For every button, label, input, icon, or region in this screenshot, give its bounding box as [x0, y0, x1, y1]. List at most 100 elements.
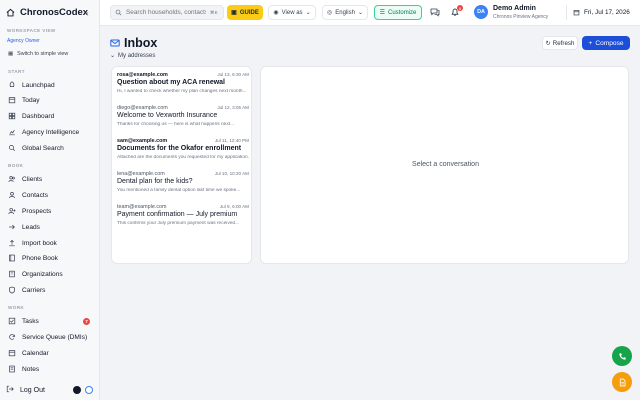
phone-icon [618, 352, 626, 360]
chevron-down-icon: ⌄ [110, 53, 116, 59]
chevron-down-icon: ⌄ [357, 10, 363, 16]
message-time: Jul 13, 6:30 AM [217, 72, 249, 77]
nav-label: Calendar [22, 349, 49, 357]
message-item[interactable]: sam@example.com Jul 11, 12:40 PM Documen… [117, 138, 249, 170]
chevron-down-icon: ⌄ [305, 10, 311, 16]
nav-label: Agency Intelligence [22, 128, 80, 136]
message-time: Jul 11, 12:40 PM [214, 138, 249, 143]
refresh-button[interactable]: ↻ Refresh [542, 36, 578, 50]
users-icon [8, 175, 16, 183]
checkbox-icon [8, 317, 16, 325]
switch-view-label: Switch to simple view [17, 51, 69, 57]
nav-label: Dashboard [22, 112, 55, 120]
customize-label: Customize [388, 9, 417, 16]
my-addresses-toggle[interactable]: ⌄ My addresses [110, 52, 155, 60]
book-icon: ▣ [231, 10, 237, 16]
message-item[interactable]: rosa@example.com Jul 13, 6:30 AM Questio… [117, 72, 249, 104]
nav-carriers[interactable]: Carriers [8, 284, 94, 296]
search-box[interactable]: ⌘K [110, 5, 224, 20]
guide-button[interactable]: ▣ GUIDE [227, 5, 263, 20]
nav-label: Import book [22, 239, 57, 247]
section-start: START [8, 69, 25, 74]
view-as-dropdown[interactable]: ◉ View as ⌄ [268, 5, 316, 20]
nav-notes[interactable]: Notes [8, 363, 94, 375]
logout-button[interactable]: Log Out [6, 385, 45, 395]
refresh-icon [8, 333, 16, 341]
date-display: Fri, Jul 17, 2026 [566, 5, 634, 20]
nav-label: Phone Book [22, 254, 58, 262]
message-preview: You mentioned a family dental option las… [117, 188, 241, 193]
guide-label: GUIDE [239, 9, 259, 16]
grid-icon: ▦ [8, 51, 14, 57]
phone-fab-button[interactable] [612, 346, 632, 366]
contact-icon [8, 191, 16, 199]
message-time: Jul 12, 3:05 AM [217, 105, 249, 110]
plus-icon: + [588, 39, 593, 47]
nav-label: Notes [22, 365, 40, 373]
search-input[interactable] [126, 9, 206, 16]
nav-contacts[interactable]: Contacts [8, 189, 94, 201]
nav-label: Tasks [22, 317, 39, 325]
chat-icon[interactable] [430, 7, 440, 17]
page-title: Inbox [110, 36, 157, 50]
calendar-icon [8, 96, 16, 104]
nav-agency-intelligence[interactable]: Agency Intelligence [8, 126, 94, 138]
nav-launchpad[interactable]: Launchpad [8, 79, 94, 91]
nav-import-book[interactable]: Import book [8, 237, 94, 249]
message-item[interactable]: lena@example.com Jul 10, 10:20 AM Dental… [117, 171, 249, 203]
message-list: rosa@example.com Jul 13, 6:30 AM Questio… [111, 66, 252, 264]
nav-calendar[interactable]: Calendar [8, 347, 94, 359]
nav-leads[interactable]: Leads [8, 221, 94, 233]
message-from: diego@example.com [117, 105, 168, 111]
tasks-badge: 7 [83, 317, 90, 325]
light-theme-toggle[interactable] [85, 386, 93, 394]
message-item[interactable]: team@example.com Jul 9, 6:00 AM Payment … [117, 204, 249, 236]
nav-today[interactable]: Today [8, 94, 94, 106]
user-org: Chronos Pinview Agency [493, 14, 549, 20]
brand-name: ChronosCodex [20, 7, 89, 18]
upload-icon [8, 239, 16, 247]
brand[interactable]: ChronosCodex [6, 7, 88, 18]
message-time: Jul 9, 6:00 AM [219, 204, 249, 209]
dark-theme-toggle[interactable] [73, 386, 81, 394]
notification-badge: 5 [457, 5, 463, 11]
collapse-sidebar-icon[interactable]: ‹ [86, 9, 89, 18]
message-preview: This confirms your July premium payment … [117, 221, 240, 226]
sliders-icon: ☰ [379, 10, 386, 16]
message-subject: Welcome to Vexworth Insurance [117, 112, 218, 119]
message-item[interactable]: diego@example.com Jul 12, 3:05 AM Welcom… [117, 105, 249, 137]
nav-label: Leads [22, 223, 40, 231]
message-time: Jul 10, 10:20 AM [214, 171, 249, 176]
message-from: rosa@example.com [117, 72, 168, 78]
message-preview: Attached are the documents you requested… [117, 155, 249, 160]
search-icon [115, 9, 122, 16]
nav-phone-book[interactable]: Phone Book [8, 252, 94, 264]
customize-button[interactable]: ☰ Customize [374, 5, 422, 20]
section-book: BOOK [8, 163, 24, 168]
user-plus-icon [8, 207, 16, 215]
nav-global-search[interactable]: Global Search [8, 142, 94, 154]
refresh-label: Refresh [552, 39, 575, 47]
eye-icon: ◉ [273, 10, 279, 16]
nav-prospects[interactable]: Prospects [8, 205, 94, 217]
mail-icon [110, 39, 120, 47]
arrow-right-icon [8, 223, 16, 231]
language-dropdown[interactable]: ◎ English ⌄ [322, 5, 368, 20]
message-subject: Payment confirmation — July premium [117, 211, 238, 218]
nav-label: Organizations [22, 270, 63, 278]
nav-organizations[interactable]: Organizations [8, 268, 94, 280]
workspace-name[interactable]: Agency Owner [7, 38, 40, 44]
nav-dashboard[interactable]: Dashboard [8, 110, 94, 122]
switch-view-button[interactable]: ▦ Switch to simple view [8, 51, 68, 57]
chart-icon [8, 128, 16, 136]
message-subject: Documents for the Okafor enrollment [117, 145, 242, 152]
notes-fab-button[interactable] [612, 372, 632, 392]
section-work: WORK [8, 305, 25, 310]
nav-tasks[interactable]: Tasks 7 [8, 315, 94, 327]
user-name[interactable]: Demo Admin [493, 5, 536, 12]
nav-clients[interactable]: Clients [8, 173, 94, 185]
page-title-text: Inbox [124, 36, 158, 50]
compose-button[interactable]: + Compose [582, 36, 630, 50]
nav-service-queue[interactable]: Service Queue (DMIs) [8, 331, 94, 343]
avatar[interactable]: DA [474, 5, 488, 19]
